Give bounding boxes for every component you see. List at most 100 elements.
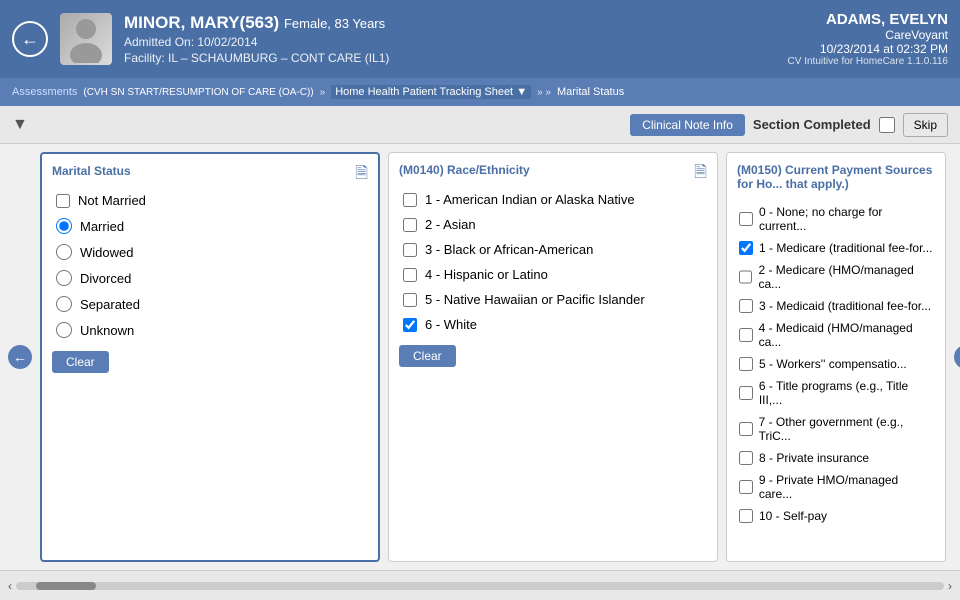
back-button[interactable]: ←: [12, 21, 48, 57]
p8-label: 8 - Private insurance: [759, 451, 869, 465]
p0-label: 0 - None; no charge for current...: [759, 205, 933, 233]
divorced-radio[interactable]: [56, 270, 72, 286]
unknown-radio[interactable]: [56, 322, 72, 338]
marital-clear-button[interactable]: Clear: [52, 351, 109, 373]
payment-sources-panel: (M0150) Current Payment Sources for Ho..…: [726, 152, 946, 562]
p4-checkbox[interactable]: [739, 328, 753, 342]
r4-checkbox[interactable]: [403, 268, 417, 282]
payment-p6[interactable]: 6 - Title programs (e.g., Title III,...: [737, 375, 935, 411]
race-r6[interactable]: 6 - White: [399, 312, 707, 337]
panels-container: Marital Status 🗎 Not Married Married Wid…: [40, 152, 946, 562]
scroll-track[interactable]: [16, 582, 944, 590]
divorced-label: Divorced: [80, 271, 131, 286]
p3-checkbox[interactable]: [739, 299, 753, 313]
payment-p5[interactable]: 5 - Workers'' compensatio...: [737, 353, 935, 375]
marital-not-married[interactable]: Not Married: [52, 188, 368, 213]
prev-page-button[interactable]: ←: [8, 345, 32, 369]
race-r2[interactable]: 2 - Asian: [399, 212, 707, 237]
payment-p3[interactable]: 3 - Medicaid (traditional fee-for...: [737, 295, 935, 317]
toolbar: ▼ Clinical Note Info Section Completed S…: [0, 106, 960, 144]
p6-checkbox[interactable]: [739, 386, 753, 400]
breadcrumb-tracking[interactable]: Home Health Patient Tracking Sheet ▼: [331, 85, 531, 99]
p2-checkbox[interactable]: [739, 270, 752, 284]
race-copy-icon[interactable]: 🗎: [694, 161, 707, 188]
left-nav: ←: [8, 152, 32, 562]
breadcrumb: Assessments (CVH SN START/RESUMPTION OF …: [0, 78, 960, 106]
p5-label: 5 - Workers'' compensatio...: [759, 357, 907, 371]
breadcrumb-code: (CVH SN START/RESUMPTION OF CARE (OA-C)): [83, 87, 313, 98]
p1-checkbox[interactable]: [739, 241, 753, 255]
widowed-radio[interactable]: [56, 244, 72, 260]
not-married-label: Not Married: [78, 193, 146, 208]
copy-icon[interactable]: 🗎: [355, 162, 368, 189]
patient-gender-age: Female, 83 Years: [284, 16, 385, 31]
skip-button[interactable]: Skip: [903, 113, 948, 137]
scroll-left-arrow[interactable]: ‹: [8, 579, 12, 593]
patient-facility: Facility: IL – SCHAUMBURG – CONT CARE (I…: [124, 51, 788, 65]
r6-label: 6 - White: [425, 317, 477, 332]
race-r1[interactable]: 1 - American Indian or Alaska Native: [399, 187, 707, 212]
r6-checkbox[interactable]: [403, 318, 417, 332]
breadcrumb-current: Marital Status: [557, 86, 624, 98]
p2-label: 2 - Medicare (HMO/managed ca...: [758, 263, 933, 291]
race-r4[interactable]: 4 - Hispanic or Latino: [399, 262, 707, 287]
married-radio[interactable]: [56, 218, 72, 234]
patient-name: MINOR, MARY(563) Female, 83 Years: [124, 13, 788, 33]
p5-checkbox[interactable]: [739, 357, 753, 371]
main-content: ← Marital Status 🗎 Not Married Married W…: [0, 144, 960, 570]
clinical-note-button[interactable]: Clinical Note Info: [630, 114, 745, 136]
p0-checkbox[interactable]: [739, 212, 753, 226]
header: ← MINOR, MARY(563) Female, 83 Years Admi…: [0, 0, 960, 78]
p4-label: 4 - Medicaid (HMO/managed ca...: [759, 321, 933, 349]
r5-label: 5 - Native Hawaiian or Pacific Islander: [425, 292, 645, 307]
p6-label: 6 - Title programs (e.g., Title III,...: [759, 379, 933, 407]
payment-p10[interactable]: 10 - Self-pay: [737, 505, 935, 527]
scroll-thumb: [36, 582, 96, 590]
user-name: ADAMS, EVELYN: [788, 11, 948, 28]
section-completed-checkbox[interactable]: [879, 117, 895, 133]
payment-p4[interactable]: 4 - Medicaid (HMO/managed ca...: [737, 317, 935, 353]
race-r3[interactable]: 3 - Black or African-American: [399, 237, 707, 262]
payment-sources-title: (M0150) Current Payment Sources for Ho..…: [737, 163, 935, 191]
payment-p7[interactable]: 7 - Other government (e.g., TriC...: [737, 411, 935, 447]
p10-checkbox[interactable]: [739, 509, 753, 523]
r5-checkbox[interactable]: [403, 293, 417, 307]
marital-separated[interactable]: Separated: [52, 291, 368, 317]
race-clear-button[interactable]: Clear: [399, 345, 456, 367]
marital-married[interactable]: Married: [52, 213, 368, 239]
p8-checkbox[interactable]: [739, 451, 753, 465]
scroll-right-arrow[interactable]: ›: [948, 579, 952, 593]
marital-unknown[interactable]: Unknown: [52, 317, 368, 343]
p1-label: 1 - Medicare (traditional fee-for...: [759, 241, 932, 255]
next-page-button[interactable]: →: [954, 345, 960, 369]
scrollbar-area: ‹ ›: [0, 570, 960, 600]
p3-label: 3 - Medicaid (traditional fee-for...: [759, 299, 931, 313]
payment-p0[interactable]: 0 - None; no charge for current...: [737, 201, 935, 237]
p9-checkbox[interactable]: [739, 480, 753, 494]
r3-checkbox[interactable]: [403, 243, 417, 257]
payment-p9[interactable]: 9 - Private HMO/managed care...: [737, 469, 935, 505]
r2-checkbox[interactable]: [403, 218, 417, 232]
marital-widowed[interactable]: Widowed: [52, 239, 368, 265]
not-married-checkbox[interactable]: [56, 194, 70, 208]
payment-p1[interactable]: 1 - Medicare (traditional fee-for...: [737, 237, 935, 259]
separated-radio[interactable]: [56, 296, 72, 312]
unknown-label: Unknown: [80, 323, 134, 338]
breadcrumb-sep2: » »: [537, 87, 551, 98]
r3-label: 3 - Black or African-American: [425, 242, 593, 257]
breadcrumb-assessments[interactable]: Assessments: [12, 86, 77, 98]
marital-divorced[interactable]: Divorced: [52, 265, 368, 291]
dropdown-caret-icon[interactable]: ▼: [12, 116, 28, 134]
payment-p2[interactable]: 2 - Medicare (HMO/managed ca...: [737, 259, 935, 295]
section-completed-label: Section Completed: [753, 117, 871, 132]
cv-version: CV Intuitive for HomeCare 1.1.0.116: [788, 56, 948, 67]
r2-label: 2 - Asian: [425, 217, 476, 232]
p7-label: 7 - Other government (e.g., TriC...: [759, 415, 933, 443]
r1-checkbox[interactable]: [403, 193, 417, 207]
header-datetime: 10/23/2014 at 02:32 PM: [788, 42, 948, 56]
race-ethnicity-title: (M0140) Race/Ethnicity: [399, 163, 707, 177]
payment-p8[interactable]: 8 - Private insurance: [737, 447, 935, 469]
p7-checkbox[interactable]: [739, 422, 753, 436]
race-r5[interactable]: 5 - Native Hawaiian or Pacific Islander: [399, 287, 707, 312]
marital-status-title: Marital Status: [52, 164, 368, 178]
